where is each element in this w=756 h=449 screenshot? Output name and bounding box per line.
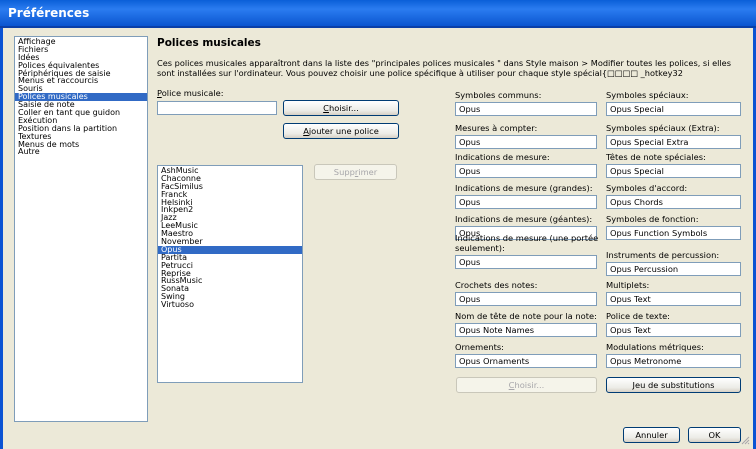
style-label: Indications de mesure (géantes): bbox=[455, 214, 593, 224]
delete-font-button[interactable]: Supprimer bbox=[314, 164, 397, 180]
style-label: Têtes de note spéciales: bbox=[606, 152, 706, 162]
music-font-input[interactable] bbox=[157, 101, 277, 115]
page-title: Polices musicales bbox=[157, 37, 261, 49]
style-label: Symboles d'accord: bbox=[606, 183, 688, 193]
style-label: Symboles de fonction: bbox=[606, 214, 699, 224]
music-font-label: Police musicale: bbox=[157, 88, 224, 98]
style-font-field[interactable]: Opus bbox=[455, 135, 597, 149]
window-title-bar[interactable]: Préférences bbox=[0, 0, 756, 26]
category-list[interactable]: Affichage Fichiers Idées Polices équivalent… bbox=[14, 36, 148, 422]
add-font-button[interactable]: Ajouter une police bbox=[283, 123, 399, 139]
ok-button[interactable]: OK bbox=[688, 427, 741, 443]
font-list[interactable]: AshMusic Chaconne FacSimilus Franck Helsinki… bbox=[157, 165, 303, 383]
style-font-field[interactable]: Opus bbox=[455, 195, 597, 209]
font-list-item[interactable]: Inkpen2 bbox=[158, 206, 302, 214]
style-label: Ornements: bbox=[455, 342, 504, 352]
font-list-item[interactable]: Virtuoso bbox=[158, 301, 302, 309]
style-font-field[interactable]: Opus Special Extra bbox=[606, 135, 741, 149]
style-label: Indications de mesure (une portée seulem… bbox=[455, 233, 599, 253]
category-item[interactable]: Autre bbox=[15, 148, 147, 156]
style-font-field[interactable]: Opus Special bbox=[606, 164, 741, 178]
window-title: Préférences bbox=[8, 6, 90, 20]
style-font-field[interactable]: Opus bbox=[455, 102, 597, 116]
style-font-field[interactable]: Opus bbox=[455, 255, 597, 269]
style-label: Symboles communs: bbox=[455, 90, 542, 100]
choose-font-button[interactable]: Choisir... bbox=[283, 100, 399, 116]
style-label: Indications de mesure: bbox=[455, 152, 550, 162]
style-font-field[interactable]: Opus Ornaments bbox=[455, 354, 597, 368]
style-label: Multiplets: bbox=[606, 280, 650, 290]
style-font-field[interactable]: Opus Text bbox=[606, 323, 741, 337]
style-font-field[interactable]: Opus Special bbox=[606, 102, 741, 116]
style-font-field[interactable]: Opus Note Names bbox=[455, 323, 597, 337]
style-font-field[interactable]: Opus Text bbox=[606, 292, 741, 306]
style-font-field[interactable]: Opus bbox=[455, 292, 597, 306]
style-label: Modulations métriques: bbox=[606, 342, 704, 352]
description-text: Ces polices musicales apparaîtront dans … bbox=[157, 58, 731, 78]
resize-grip-icon[interactable] bbox=[740, 435, 750, 445]
style-font-field[interactable]: Opus Metronome bbox=[606, 354, 741, 368]
style-label: Instruments de percussion: bbox=[606, 250, 720, 260]
window-frame-left bbox=[0, 28, 3, 449]
style-font-field[interactable]: Opus Function Symbols bbox=[606, 226, 741, 240]
style-font-field[interactable]: Opus Chords bbox=[606, 195, 741, 209]
substitutions-button[interactable]: Jeu de substitutions bbox=[606, 377, 741, 393]
choose-style-font-button[interactable]: Choisir... bbox=[456, 377, 597, 393]
style-font-field[interactable]: Opus Percussion bbox=[606, 262, 741, 276]
style-label: Nom de tête de note pour la note: bbox=[455, 311, 597, 321]
cancel-button[interactable]: Annuler bbox=[623, 427, 680, 443]
style-label: Mesures à compter: bbox=[455, 123, 538, 133]
style-label: Police de texte: bbox=[606, 311, 670, 321]
style-font-field[interactable]: Opus bbox=[455, 164, 597, 178]
style-label: Symboles spéciaux (Extra): bbox=[606, 123, 720, 133]
style-label: Indications de mesure (grandes): bbox=[455, 183, 593, 193]
style-label: Crochets des notes: bbox=[455, 280, 538, 290]
title-bar-edge bbox=[0, 26, 756, 28]
style-label: Symboles spéciaux: bbox=[606, 90, 689, 100]
